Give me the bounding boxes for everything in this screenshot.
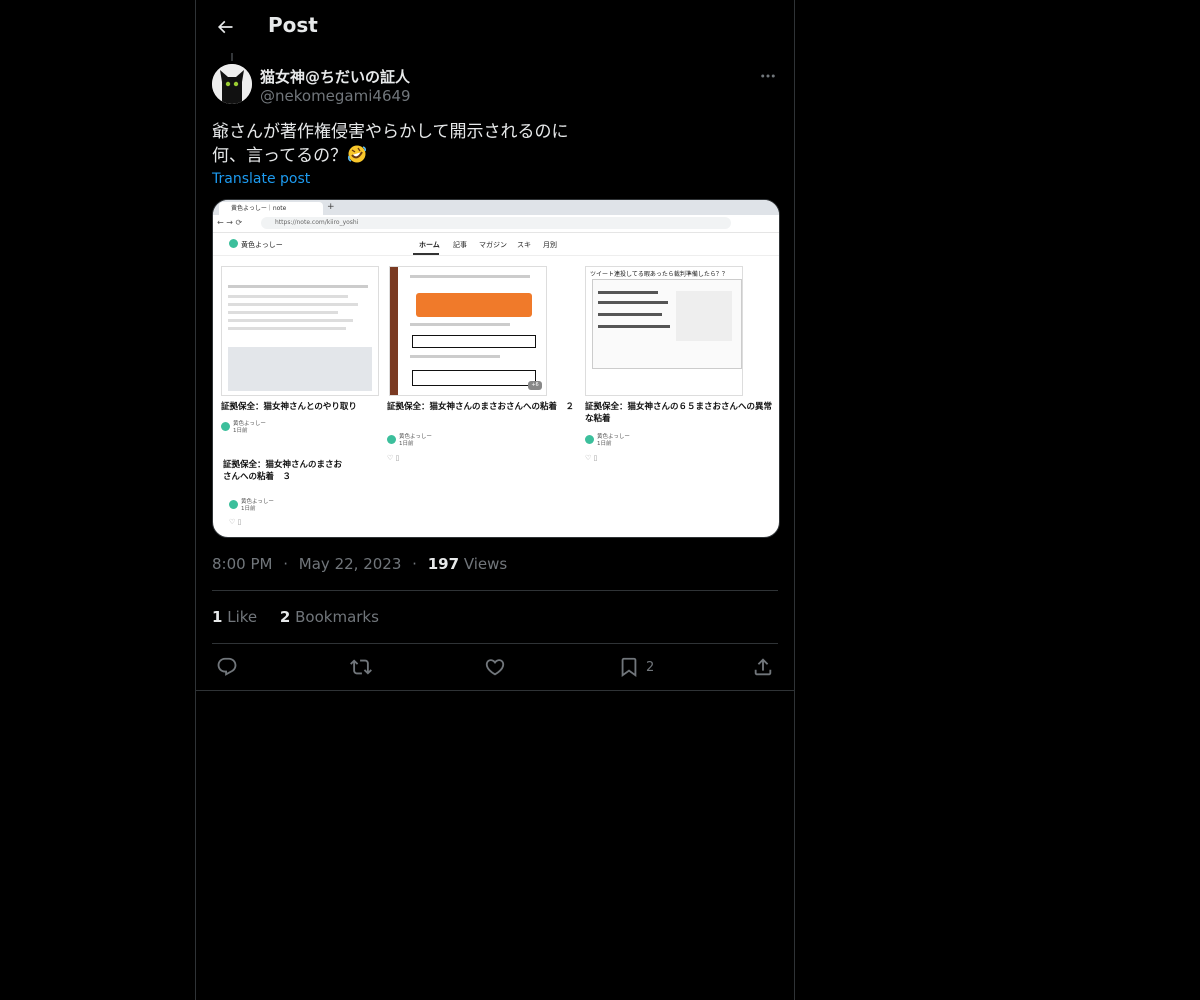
reply-button[interactable]: [216, 650, 238, 684]
likes-link[interactable]: 1 Like: [212, 608, 257, 626]
author-avatar-icon: [387, 435, 396, 444]
post-date[interactable]: May 22, 2023: [299, 555, 402, 573]
post-text-line: 爺さんが著作権侵害やらかして開示されるのに: [212, 122, 569, 142]
like-bookmark-icons: ♡ ▯: [585, 454, 598, 462]
article-title: 証拠保全：猫女神さんとのやり取り: [221, 402, 357, 412]
article-author: 黄色よっしー: [597, 434, 630, 440]
post-metadata: 8:00 PM · May 22, 2023 · 197 Views: [212, 555, 507, 573]
more-dots-icon: [761, 74, 775, 78]
post-column: Post 猫女神@ちだいの証人 @nekomegami4649 爺さんが著作権侵…: [195, 0, 795, 1000]
divider: [196, 690, 794, 691]
rolling-on-floor-laughing-emoji-icon: [348, 145, 367, 163]
divider: [212, 590, 778, 591]
bookmark-button[interactable]: 2: [618, 650, 654, 684]
separator: ·: [283, 555, 289, 573]
heart-icon: [485, 659, 505, 676]
note-navbar: 黄色よっしー ホーム 記事 マガジン スキ 月別: [213, 233, 779, 256]
article-title: 証拠保全：猫女神さんのまさおさんへの粘着 ２: [387, 402, 575, 412]
browser-nav-arrows-icon: ← → ⟳: [217, 218, 243, 227]
note-nav-item: マガジン: [479, 241, 507, 249]
views-count: 197: [427, 555, 460, 573]
note-nav-item: 記事: [453, 241, 467, 249]
share-icon: [754, 658, 772, 676]
post-header: Post: [196, 0, 794, 53]
bookmarks-link[interactable]: 2 Bookmarks: [280, 608, 379, 626]
article-date: 1日前: [241, 506, 256, 512]
page-title: Post: [268, 13, 318, 37]
browser-url: https://note.com/kiiro_yoshi: [261, 217, 731, 229]
separator: ·: [412, 555, 417, 573]
like-button[interactable]: [484, 650, 506, 684]
bookmarks-label: Bookmarks: [295, 608, 379, 626]
author-avatar-icon: [221, 422, 230, 431]
display-name[interactable]: 猫女神@ちだいの証人: [260, 66, 410, 87]
thumbnail-caption: ツイート連投してる暇あったら裁判準備したら？？: [590, 271, 728, 278]
browser-tabbar: 黄色よっしー｜note +: [213, 200, 779, 215]
likes-label: Like: [227, 608, 258, 626]
note-nav-item: ホーム: [419, 241, 440, 249]
author-avatar-icon: [585, 435, 594, 444]
image-count-badge: +6: [528, 381, 542, 390]
post-time[interactable]: 8:00 PM: [212, 555, 272, 573]
back-button[interactable]: [210, 12, 240, 42]
article-date: 1日前: [399, 441, 414, 447]
likes-count: 1: [212, 608, 223, 626]
article-author: 黄色よっしー: [241, 499, 274, 505]
back-arrow-icon: [217, 20, 233, 34]
bookmark-count: 2: [646, 659, 655, 675]
reply-icon: [217, 657, 237, 676]
avatar[interactable]: [212, 64, 252, 104]
black-cat-icon: [212, 64, 252, 104]
like-bookmark-icons: ♡ ▯: [387, 454, 400, 462]
share-button[interactable]: [752, 650, 774, 684]
browser-address-bar: ← → ⟳ https://note.com/kiiro_yoshi: [213, 215, 779, 233]
article-date: 1日前: [233, 428, 248, 434]
bookmark-icon: [621, 657, 637, 678]
article-author: 黄色よっしー: [233, 421, 266, 427]
thread-line: [231, 53, 233, 61]
translate-post-link[interactable]: Translate post: [212, 171, 310, 187]
views-label: Views: [463, 555, 508, 573]
article-date: 1日前: [597, 441, 612, 447]
like-bookmark-icons: ♡ ▯: [229, 518, 242, 526]
user-handle[interactable]: @nekomegami4649: [260, 87, 411, 105]
browser-tab: 黄色よっしー｜note: [219, 202, 323, 215]
bookmarks-count: 2: [279, 608, 291, 626]
note-nav-underline: [413, 253, 439, 255]
action-bar: 2: [196, 650, 794, 684]
article-thumbnail: +6: [389, 266, 547, 396]
note-nav-item: スキ: [517, 241, 531, 249]
article-thumbnail: ツイート連投してる暇あったら裁判準備したら？？: [585, 266, 743, 396]
repost-icon: [350, 659, 372, 675]
article-title: 証拠保全：猫女神さんのまさおさんへの粘着 ３: [223, 460, 343, 482]
article-thumbnail: [221, 266, 379, 396]
post-text-line: 何、言ってるの？: [212, 146, 348, 166]
more-options-button[interactable]: [756, 64, 780, 88]
post-image[interactable]: 黄色よっしー｜note + ← → ⟳ https://note.com/kii…: [212, 199, 780, 538]
article-author: 黄色よっしー: [399, 434, 432, 440]
note-site-name: 黄色よっしー: [241, 241, 283, 249]
author-avatar-icon: [229, 500, 238, 509]
repost-button[interactable]: [350, 650, 372, 684]
note-nav-item: 月別: [543, 241, 557, 249]
post-text: 爺さんが著作権侵害やらかして開示されるのに 何、言ってるの？: [212, 120, 772, 168]
note-site-logo-icon: [229, 239, 238, 248]
engagement-stats: 1 Like 2 Bookmarks: [212, 608, 397, 626]
divider: [212, 643, 778, 644]
article-title: 証拠保全：猫女神さんの６５まさおさんへの異常な粘着: [585, 402, 773, 424]
new-tab-plus-icon: +: [327, 202, 335, 212]
